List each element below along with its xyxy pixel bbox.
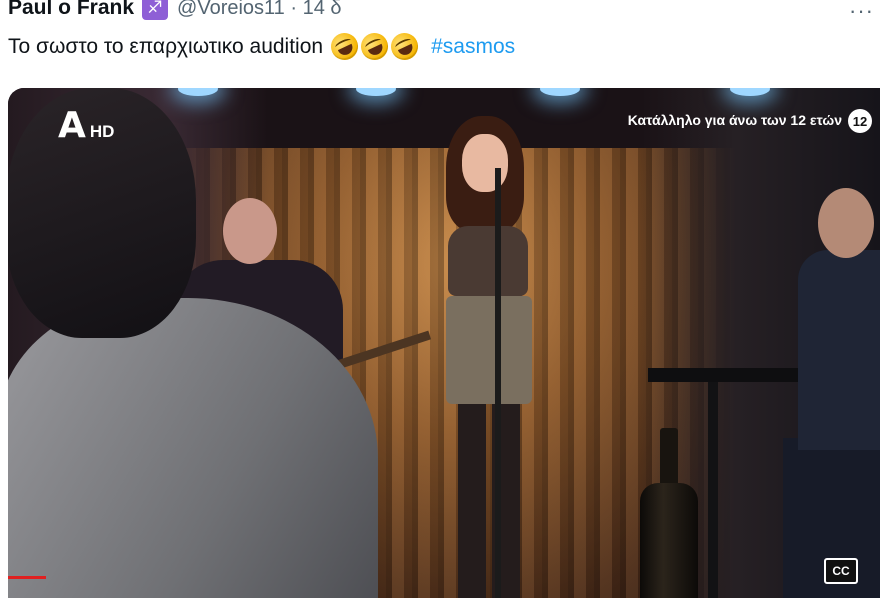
keyboardist <box>728 188 880 598</box>
wine-bottle <box>640 428 698 598</box>
video-progress-bar[interactable] <box>8 576 46 579</box>
stage-light <box>356 88 396 96</box>
rolling-laughing-emoji-icon <box>356 28 393 65</box>
video-player[interactable]: A HD Κατάλληλο για άνω των 12 ετών 12 CC <box>8 88 880 598</box>
tweet-header: Paul o Frank ♐ @Voreios11 · 14 δ <box>0 0 880 22</box>
handle-and-time[interactable]: @Voreios11 · 14 δ <box>177 0 341 20</box>
display-name[interactable]: Paul o Frank <box>8 0 134 20</box>
singer <box>428 116 548 598</box>
emoji-row <box>326 28 423 65</box>
more-options-icon[interactable]: ··· <box>849 0 874 24</box>
video-frame <box>8 88 880 598</box>
closed-captions-button[interactable]: CC <box>824 558 858 584</box>
age-rating-badge: 12 <box>848 109 872 133</box>
foreground-audience-member <box>8 88 378 598</box>
stage-light <box>540 88 580 96</box>
age-rating-text: Κατάλληλο για άνω των 12 ετών <box>627 112 842 128</box>
rolling-laughing-emoji-icon <box>386 28 423 65</box>
channel-logo: A HD <box>58 105 115 146</box>
microphone-stand <box>495 168 501 598</box>
rolling-laughing-emoji-icon <box>326 28 363 65</box>
hashtag-link[interactable]: #sasmos <box>431 35 515 59</box>
tweet-body: Το σωστο το επαρχιωτικο audition <box>8 34 324 58</box>
sagittarius-icon: ♐ <box>142 0 169 20</box>
tweet-text: Το σωστο το επαρχιωτικο audition #sasmos <box>8 28 515 65</box>
